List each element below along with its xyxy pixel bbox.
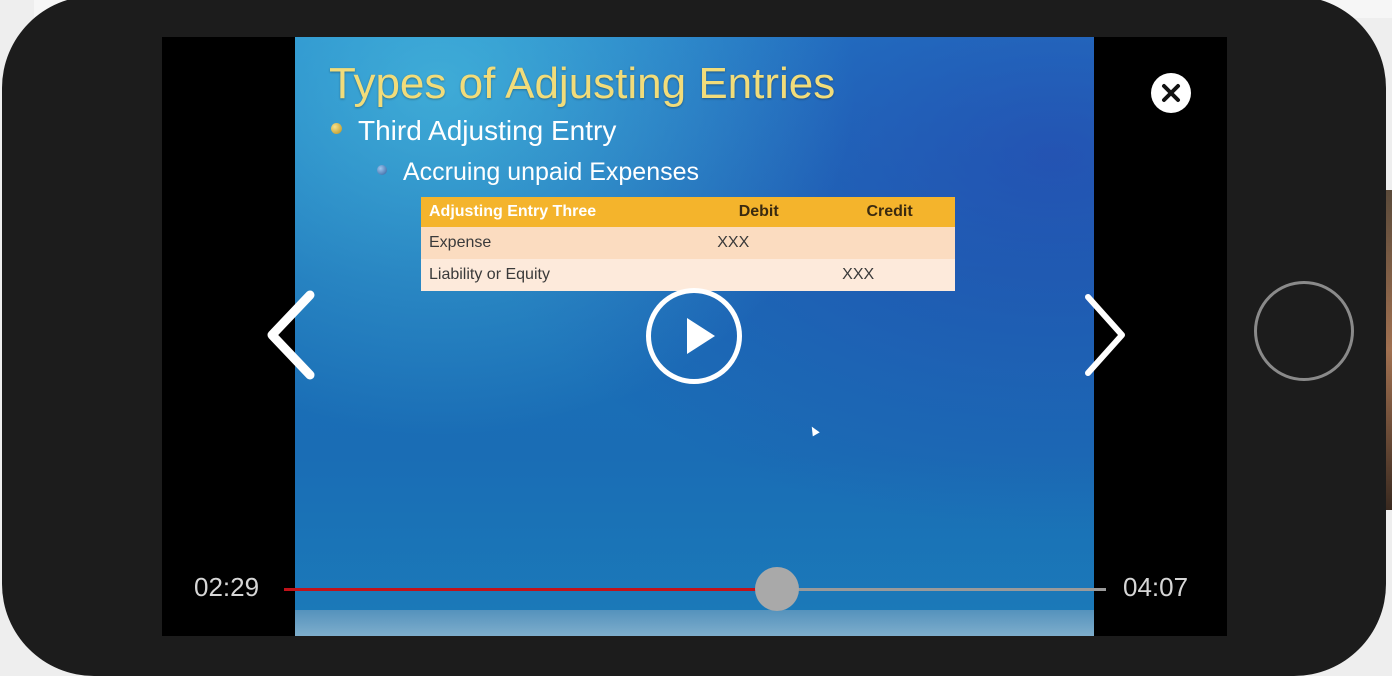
slide-bullet-level1-text: Third Adjusting Entry [358, 115, 617, 146]
slide-bullet-level1: Third Adjusting Entry [331, 115, 616, 147]
current-time: 02:29 [194, 572, 260, 602]
table-header-entry: Adjusting Entry Three [421, 197, 694, 227]
table-cell-credit [824, 227, 955, 259]
table-row: Expense XXX [421, 227, 955, 259]
video-player[interactable]: Types of Adjusting Entries Third Adjusti… [162, 37, 1227, 636]
table-header-debit: Debit [693, 197, 825, 227]
adjusting-entry-table: Adjusting Entry Three Debit Credit Expen… [421, 197, 955, 291]
play-button[interactable] [646, 288, 742, 384]
slide-bullet-level2-text: Accruing unpaid Expenses [403, 158, 700, 186]
table-cell-debit: XXX [693, 227, 825, 259]
total-time: 04:07 [1123, 572, 1189, 602]
play-icon [687, 318, 715, 354]
next-button[interactable] [1080, 289, 1140, 381]
close-button[interactable] [1151, 73, 1191, 113]
progress-bar[interactable] [284, 567, 1106, 611]
home-button[interactable] [1254, 281, 1354, 381]
table-cell-credit: XXX [824, 259, 955, 291]
table-cell-account: Liability or Equity [421, 259, 694, 291]
slide-bullet-level2: Accruing unpaid Expenses [377, 158, 699, 187]
chevron-right-icon [1085, 294, 1125, 376]
progress-bar-fill [284, 588, 778, 591]
progress-bar-thumb[interactable] [755, 567, 800, 611]
table-row: Liability or Equity XXX [421, 259, 955, 291]
slide-bottom-band [295, 610, 1094, 636]
close-icon [1162, 84, 1180, 102]
table-cell-account: Expense [421, 227, 694, 259]
slide-title: Types of Adjusting Entries [329, 59, 836, 108]
previous-button[interactable] [262, 289, 322, 381]
bullet-icon [377, 165, 387, 175]
mouse-cursor-icon [808, 424, 820, 437]
bullet-icon [331, 123, 342, 134]
table-cell-debit [693, 259, 825, 291]
chevron-left-icon [267, 290, 315, 380]
table-header-credit: Credit [824, 197, 955, 227]
